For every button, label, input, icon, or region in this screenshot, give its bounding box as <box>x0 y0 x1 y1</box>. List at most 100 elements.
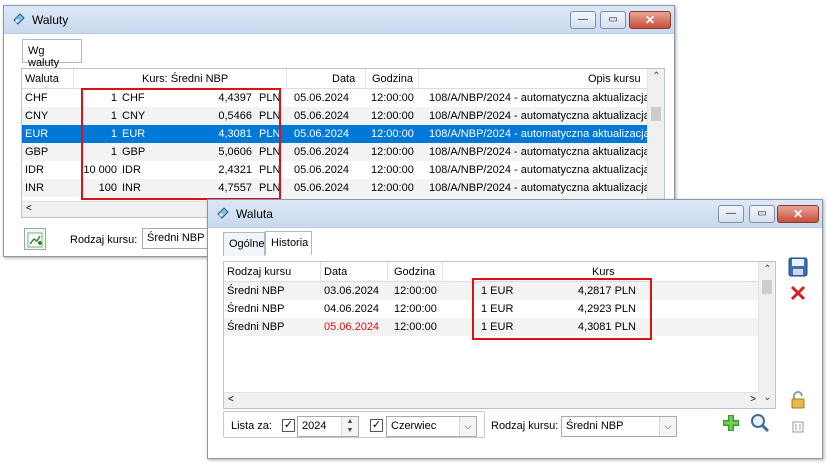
cell-rodzaj: Średni NBP <box>227 285 285 297</box>
col-godzina[interactable]: Godzina <box>394 266 435 278</box>
col-kurs[interactable]: Kurs <box>592 266 615 278</box>
scroll-left-icon[interactable]: < <box>228 394 234 405</box>
chevron-down-icon[interactable]: ⌵ <box>459 417 476 436</box>
cell-godzina: 12:00:00 <box>371 110 414 122</box>
cell-godzina: 12:00:00 <box>371 146 414 158</box>
cell-rodzaj: Średni NBP <box>227 321 285 333</box>
col-opis[interactable]: Opis kursu <box>588 73 641 85</box>
cell-kurs: 4,3081 PLN <box>577 321 636 333</box>
scroll-up-icon[interactable]: ⌃ <box>759 264 775 275</box>
rodzaj-kursu-label: Rodzaj kursu: <box>70 234 138 246</box>
rodzaj-kursu-select[interactable]: Średni NBP ⌵ <box>561 416 677 437</box>
waluta-titlebar[interactable]: Waluta — ▭ ✕ <box>208 200 822 228</box>
rodzaj-kursu-select[interactable]: Średni NBP <box>142 228 208 249</box>
cell-data: 04.06.2024 <box>324 303 380 315</box>
cell-godzina: 12:00:00 <box>394 285 437 297</box>
table-row[interactable]: CNY 1 CNY 0,5466 PLN 05.06.2024 12:00:00 108/A/… <box>22 107 650 125</box>
col-data[interactable]: Data <box>332 73 355 85</box>
scroll-thumb[interactable] <box>651 107 661 121</box>
waluta-window: Waluta — ▭ ✕ Ogólne Historia Rodzaj kurs… <box>207 199 823 459</box>
scroll-right-icon[interactable]: > <box>750 394 756 405</box>
table-row[interactable]: CHF 1 CHF 4,4397 PLN 05.06.2024 12:00:00 108/A/… <box>22 89 650 107</box>
cell-pln: PLN <box>259 146 281 158</box>
cell-kurs: 4,2817 PLN <box>577 285 636 297</box>
cell-rodzaj: Średni NBP <box>227 303 285 315</box>
cell-pln: PLN <box>259 128 281 140</box>
cell-pln: PLN <box>259 164 281 176</box>
horizontal-scrollbar[interactable]: < > <box>224 392 760 408</box>
cell-waluta: CHF <box>25 92 48 104</box>
minimize-button[interactable]: — <box>570 11 596 29</box>
cell-ilosc: 10 000 <box>83 164 117 176</box>
table-row[interactable]: IDR 10 000 IDR 2,4321 PLN 05.06.2024 12:00:00 1… <box>22 161 650 179</box>
vertical-scrollbar[interactable]: ⌃ <box>647 69 664 201</box>
col-kurs[interactable]: Kurs: Średni NBP <box>142 73 228 85</box>
chevron-down-icon[interactable]: ⌵ <box>659 417 676 436</box>
table-row[interactable]: GBP 1 GBP 5,0606 PLN 05.06.2024 12:00:00 108/A/… <box>22 143 650 161</box>
col-waluta[interactable]: Waluta <box>25 73 59 85</box>
cell-kurs: 4,3081 <box>218 128 252 140</box>
close-button[interactable]: ✕ <box>777 205 819 223</box>
year-checkbox[interactable]: ✓ <box>282 419 295 432</box>
lock-icon <box>791 391 805 409</box>
waluty-table: Waluta Kurs: Średni NBP Data Godzina Opi… <box>21 68 665 218</box>
maximize-icon: ▭ <box>757 208 767 219</box>
maximize-button[interactable]: ▭ <box>749 205 775 223</box>
add-icon <box>723 415 739 431</box>
window-title: Waluty <box>32 13 69 27</box>
year-spinner[interactable]: 2024 ▲ ▼ <box>297 416 359 437</box>
maximize-button[interactable]: ▭ <box>600 11 626 29</box>
navigate-button[interactable] <box>787 420 809 442</box>
cell-pln: PLN <box>259 182 281 194</box>
historia-table: Rodzaj kursu Data Godzina Kurs Średni NB… <box>223 261 776 409</box>
cell-godzina: 12:00:00 <box>394 321 437 333</box>
tab-ogolne[interactable]: Ogólne <box>223 232 265 256</box>
tab-wg-waluty[interactable]: Wg waluty <box>22 39 82 69</box>
lock-button[interactable] <box>787 390 809 412</box>
table-row[interactable]: Średni NBP 03.06.2024 12:00:00 1 EUR 4,2817 … <box>224 282 760 300</box>
save-button[interactable] <box>787 257 809 279</box>
month-select[interactable]: Czerwiec ⌵ <box>386 416 477 437</box>
month-checkbox[interactable]: ✓ <box>370 419 383 432</box>
scroll-up-icon[interactable]: ⌃ <box>648 71 664 82</box>
minimize-icon: — <box>726 208 736 219</box>
search-button[interactable] <box>749 413 771 435</box>
table-header: Rodzaj kursu Data Godzina Kurs <box>224 262 775 282</box>
cell-data: 05.06.2024 <box>294 182 350 194</box>
waluty-titlebar[interactable]: Waluty — ▭ ✕ <box>4 6 674 34</box>
scroll-thumb[interactable] <box>762 280 772 294</box>
chart-icon <box>27 232 43 248</box>
chart-button[interactable] <box>24 228 46 250</box>
cell-opis: 108/A/NBP/2024 - automatyczna aktualizac… <box>429 146 650 158</box>
year-value: 2024 <box>302 420 327 432</box>
delete-button[interactable] <box>787 284 809 306</box>
cell-data: 05.06.2024 <box>294 110 350 122</box>
cell-ilosc: 1 EUR <box>481 303 514 315</box>
cell-ilosc: 1 <box>110 110 117 122</box>
scroll-left-icon[interactable]: < <box>26 203 32 214</box>
cell-opis: 108/A/NBP/2024 - automatyczna aktualizac… <box>429 92 650 104</box>
add-button[interactable] <box>720 413 742 435</box>
minimize-button[interactable]: — <box>718 205 744 223</box>
col-godzina[interactable]: Godzina <box>372 73 413 85</box>
close-icon: ✕ <box>644 13 656 27</box>
col-data[interactable]: Data <box>324 266 347 278</box>
save-icon <box>788 257 808 277</box>
table-row[interactable]: INR 100 INR 4,7557 PLN 05.06.2024 12:00:00 108/… <box>22 179 650 197</box>
table-row[interactable]: Średni NBP 04.06.2024 12:00:00 1 EUR 4,2923 … <box>224 300 760 318</box>
table-row[interactable]: Średni NBP 05.06.2024 12:00:00 1 EUR 4,3081 … <box>224 318 760 336</box>
app-icon <box>13 13 25 25</box>
table-row[interactable]: EUR 1 EUR 4,3081 PLN 05.06.2024 12:00:00 108/A/… <box>22 125 650 143</box>
scroll-down-icon[interactable]: ⌄ <box>759 392 775 403</box>
delete-icon <box>790 285 806 301</box>
cell-kurs: 0,5466 <box>218 110 252 122</box>
spinner-icon[interactable]: ▲ ▼ <box>341 417 358 436</box>
cell-data: 05.06.2024 <box>294 92 350 104</box>
cell-godzina: 12:00:00 <box>371 92 414 104</box>
cell-kod: EUR <box>122 128 146 140</box>
cell-opis: 108/A/NBP/2024 - automatyczna aktualizac… <box>429 182 650 194</box>
tab-historia[interactable]: Historia <box>265 231 312 255</box>
close-button[interactable]: ✕ <box>629 11 671 29</box>
vertical-scrollbar[interactable]: ⌃ ⌄ <box>758 262 775 408</box>
col-rodzaj[interactable]: Rodzaj kursu <box>227 266 291 278</box>
